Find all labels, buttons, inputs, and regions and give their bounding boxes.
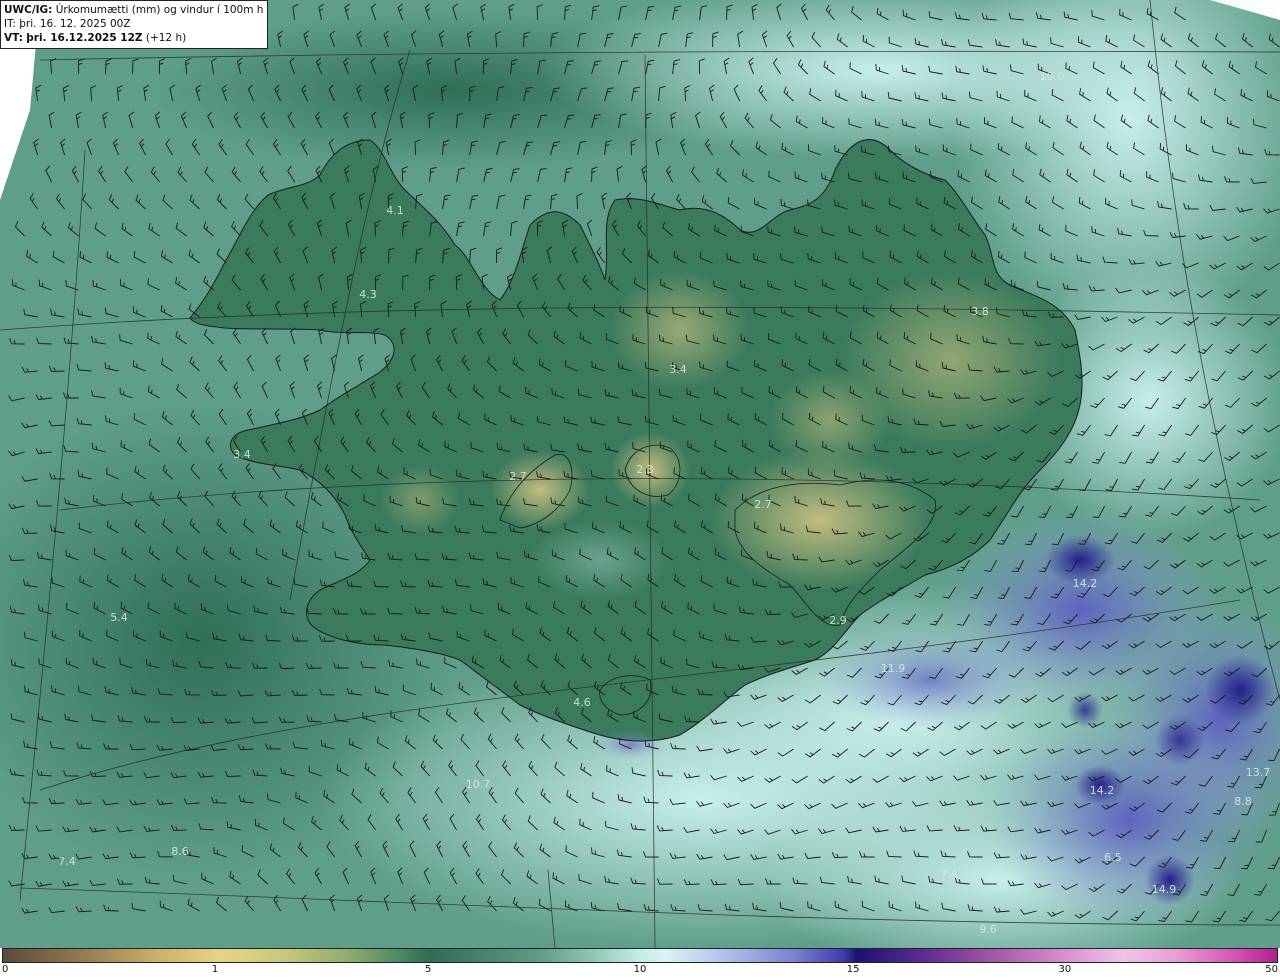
precip-value-label: 2.9: [829, 614, 847, 627]
precip-value-label: 4.3: [359, 288, 377, 301]
precip-value-label: 14.9: [1152, 883, 1177, 896]
precip-value-label: 2.7: [754, 498, 772, 511]
precip-value-label: 7.4: [58, 855, 76, 868]
precip-value-label: 13.7: [1246, 766, 1271, 779]
precip-value-label: 4.1: [386, 204, 404, 217]
valid-time-offset: (+12 h): [145, 32, 187, 44]
colorbar-tick-label: 1: [211, 964, 219, 975]
title-row: UWC/IG: Úrkomumætti (mm) og vindur í 100…: [4, 3, 264, 17]
precip-value-label: 10.7: [466, 778, 491, 791]
valid-time-row: VT: þri. 16.12.2025 12Z (+12 h): [4, 31, 264, 45]
precip-value-label: 3.4: [669, 363, 687, 376]
colorbar-legend: 0 1 5 10 15 30 50: [0, 948, 1280, 978]
precip-value-label: 2.3: [636, 463, 654, 476]
precip-value-label: 3.8: [971, 305, 989, 318]
colorbar: [2, 948, 1278, 963]
precip-value-label: 5.4: [110, 611, 128, 624]
precip-value-label: 4.6: [573, 696, 591, 709]
init-time-value: þri. 16. 12. 2025 00Z: [19, 18, 131, 30]
valid-time-label: VT:: [4, 32, 23, 44]
colorbar-tick-label: 10: [633, 964, 647, 975]
colorbar-tick-label: 15: [846, 964, 860, 975]
weather-map: 10.0 4.1 4.3 3.8 3.4 3.4 2.7 2.3 2.7 14.2 5.4 2.9 11…: [0, 0, 1280, 948]
precip-value-label: 14.2: [1073, 577, 1098, 590]
precip-value-label: 6.5: [1104, 851, 1122, 864]
precip-value-label: 10.0: [1040, 70, 1065, 83]
precip-value-label: 8.6: [171, 845, 189, 858]
precip-value-label: 7.4: [940, 868, 958, 881]
precip-value-label: 9.6: [979, 923, 997, 936]
colorbar-tick-label: 50: [1265, 964, 1278, 975]
title-prefix: UWC/IG:: [4, 4, 53, 16]
colorbar-tick-label: 0: [2, 964, 9, 975]
precip-value-label: 14.2: [1090, 784, 1115, 797]
init-time-label: IT:: [4, 18, 16, 30]
title-box: UWC/IG: Úrkomumætti (mm) og vindur í 100…: [0, 0, 268, 49]
precip-value-label: 2.7: [509, 470, 527, 483]
title-text: Úrkomumætti (mm) og vindur í 100m hæð: [55, 4, 264, 16]
valid-time-value: þri. 16.12.2025 12Z: [26, 32, 143, 44]
precip-value-label: 8.8: [1234, 795, 1252, 808]
colorbar-tick-label: 30: [1058, 964, 1072, 975]
precip-value-label: 11.9: [881, 662, 906, 675]
init-time-row: IT: þri. 16. 12. 2025 00Z: [4, 17, 264, 31]
precip-value-label: 3.4: [233, 448, 251, 461]
colorbar-tick-label: 5: [424, 964, 432, 975]
